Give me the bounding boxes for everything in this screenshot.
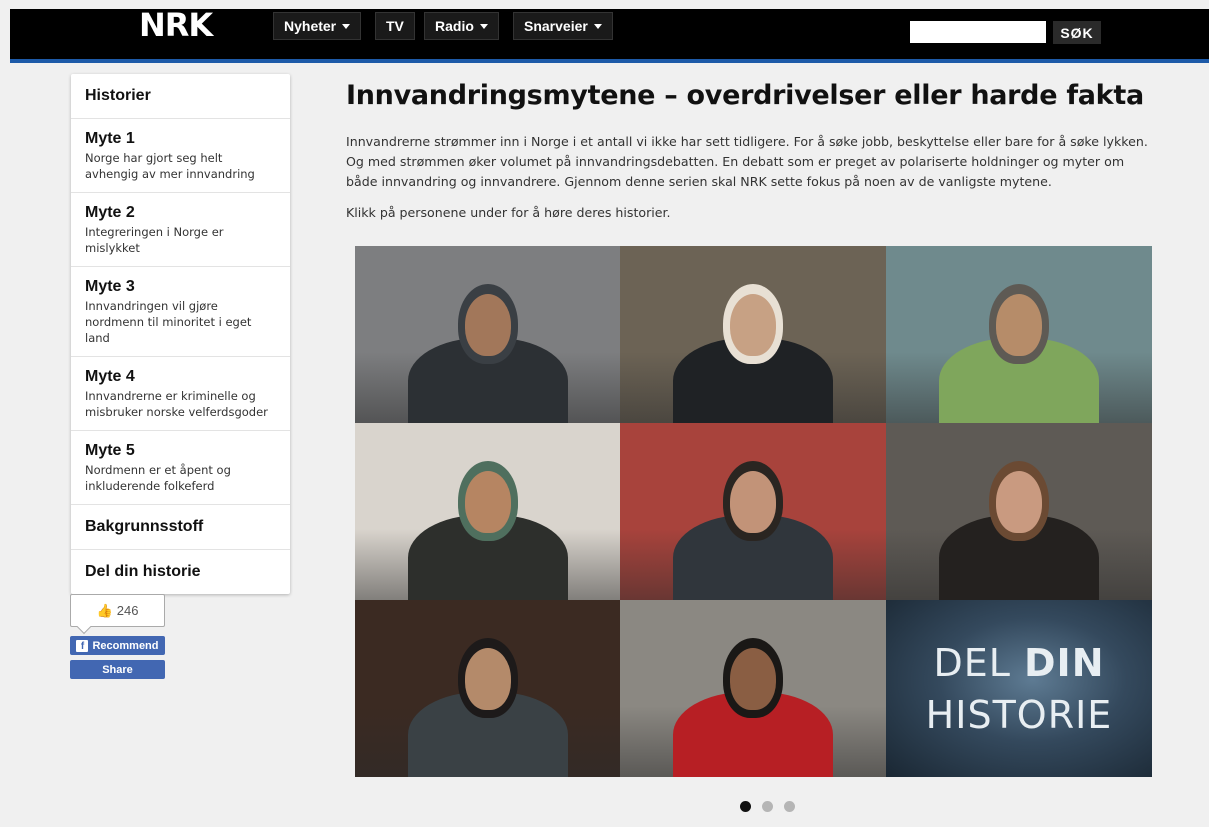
sidebar: Historier Myte 1 Norge har gjort seg helt … xyxy=(71,74,290,594)
person-photo-tile[interactable] xyxy=(355,246,620,423)
sidebar-item-subtitle: Integreringen i Norge er mislykket xyxy=(85,225,224,255)
sidebar-item-title: Myte 3 xyxy=(85,278,135,295)
nav-radio[interactable]: Radio xyxy=(424,12,499,40)
cta-word-del: DEL xyxy=(933,640,1025,685)
instruction-text: Klikk på personene under for å høre dere… xyxy=(346,205,671,220)
caret-down-icon xyxy=(479,23,488,29)
sidebar-item-subtitle: Nordmenn er et åpent og inkluderende fol… xyxy=(85,463,231,493)
facebook-icon: f xyxy=(76,639,89,652)
caret-down-icon xyxy=(342,23,351,29)
person-face xyxy=(730,471,776,533)
nav-label: Radio xyxy=(435,18,474,34)
pager-dot[interactable] xyxy=(762,801,773,812)
cta-word-din: DIN xyxy=(1024,640,1105,685)
sidebar-item-subtitle: Innvandringen vil gjøre nordmenn til min… xyxy=(85,299,252,345)
sidebar-item-title: Myte 4 xyxy=(85,368,135,385)
share-button[interactable]: Share xyxy=(70,660,165,679)
nav-tv[interactable]: TV xyxy=(375,12,415,40)
nav-label: TV xyxy=(386,18,404,34)
nrk-logo[interactable]: NRK xyxy=(139,8,213,42)
sidebar-item-subtitle: Innvandrerne er kriminelle og misbruker … xyxy=(85,389,268,419)
person-face xyxy=(996,294,1042,356)
sidebar-item-title: Del din historie xyxy=(85,563,201,580)
sidebar-item-title: Myte 1 xyxy=(85,130,135,147)
nav-nyheter[interactable]: Nyheter xyxy=(273,12,362,40)
sidebar-item-myte-3[interactable]: Myte 3 Innvandringen vil gjøre nordmenn t… xyxy=(71,267,290,357)
share-label: Share xyxy=(102,663,133,676)
sidebar-item-bakgrunnsstoff[interactable]: Bakgrunnsstoff xyxy=(71,505,290,550)
person-face xyxy=(464,648,511,710)
sidebar-item-myte-1[interactable]: Myte 1 Norge har gjort seg helt avhengig … xyxy=(71,119,290,193)
nav-label: Nyheter xyxy=(284,18,337,34)
sidebar-item-myte-2[interactable]: Myte 2 Integreringen i Norge er mislykket xyxy=(71,193,290,267)
recommend-label: Recommend xyxy=(92,639,159,652)
del-din-historie-tile[interactable]: DEL DIN HISTORIE xyxy=(886,600,1152,777)
pager-dot[interactable] xyxy=(740,801,751,812)
sidebar-item-myte-4[interactable]: Myte 4 Innvandrerne er kriminelle og misb… xyxy=(71,357,290,431)
carousel-pager xyxy=(740,801,795,812)
thumbs-up-icon: 👍 xyxy=(96,602,113,618)
person-face xyxy=(464,294,511,356)
sidebar-item-title: Myte 5 xyxy=(85,442,135,459)
top-bar-accent xyxy=(10,59,1209,63)
sidebar-item-title: Bakgrunnsstoff xyxy=(85,518,204,535)
person-photo-tile[interactable] xyxy=(620,423,886,600)
sidebar-item-subtitle: Norge har gjort seg helt avhengig av mer… xyxy=(85,151,255,181)
sidebar-item-del-din-historie[interactable]: Del din historie xyxy=(71,550,290,594)
page-title: Innvandringsmytene – overdrivelser eller… xyxy=(346,80,1144,111)
person-photo-tile[interactable] xyxy=(620,246,886,423)
caret-down-icon xyxy=(593,23,602,29)
person-photo-tile[interactable] xyxy=(886,246,1152,423)
search-button[interactable]: SØK xyxy=(1053,21,1101,44)
search-input[interactable] xyxy=(910,21,1046,43)
person-face xyxy=(730,294,776,356)
sidebar-item-myte-5[interactable]: Myte 5 Nordmenn er et åpent og inkluderen… xyxy=(71,431,290,505)
sidebar-item-historier[interactable]: Historier xyxy=(71,74,290,119)
nav-snarveier[interactable]: Snarveier xyxy=(513,12,613,40)
like-count-box: 👍 246 xyxy=(70,594,165,627)
person-face xyxy=(730,648,776,710)
intro-text: Innvandrerne strømmer inn i Norge i et a… xyxy=(346,134,1148,189)
person-face xyxy=(464,471,511,533)
like-count: 246 xyxy=(116,603,139,618)
sidebar-item-title: Myte 2 xyxy=(85,204,135,221)
person-photo-tile[interactable] xyxy=(355,423,620,600)
cta-line-2: HISTORIE xyxy=(925,692,1113,737)
person-photo-tile[interactable] xyxy=(355,600,620,777)
person-photo-tile[interactable] xyxy=(886,423,1152,600)
recommend-button[interactable]: f Recommend xyxy=(70,636,165,655)
person-photo-tile[interactable] xyxy=(620,600,886,777)
nav-label: Snarveier xyxy=(524,18,588,34)
person-face xyxy=(996,471,1042,533)
story-grid: DEL DIN HISTORIE xyxy=(355,246,1152,777)
sidebar-item-title: Historier xyxy=(85,87,151,104)
pager-dot[interactable] xyxy=(784,801,795,812)
cta-line-1: DEL DIN xyxy=(933,637,1104,689)
